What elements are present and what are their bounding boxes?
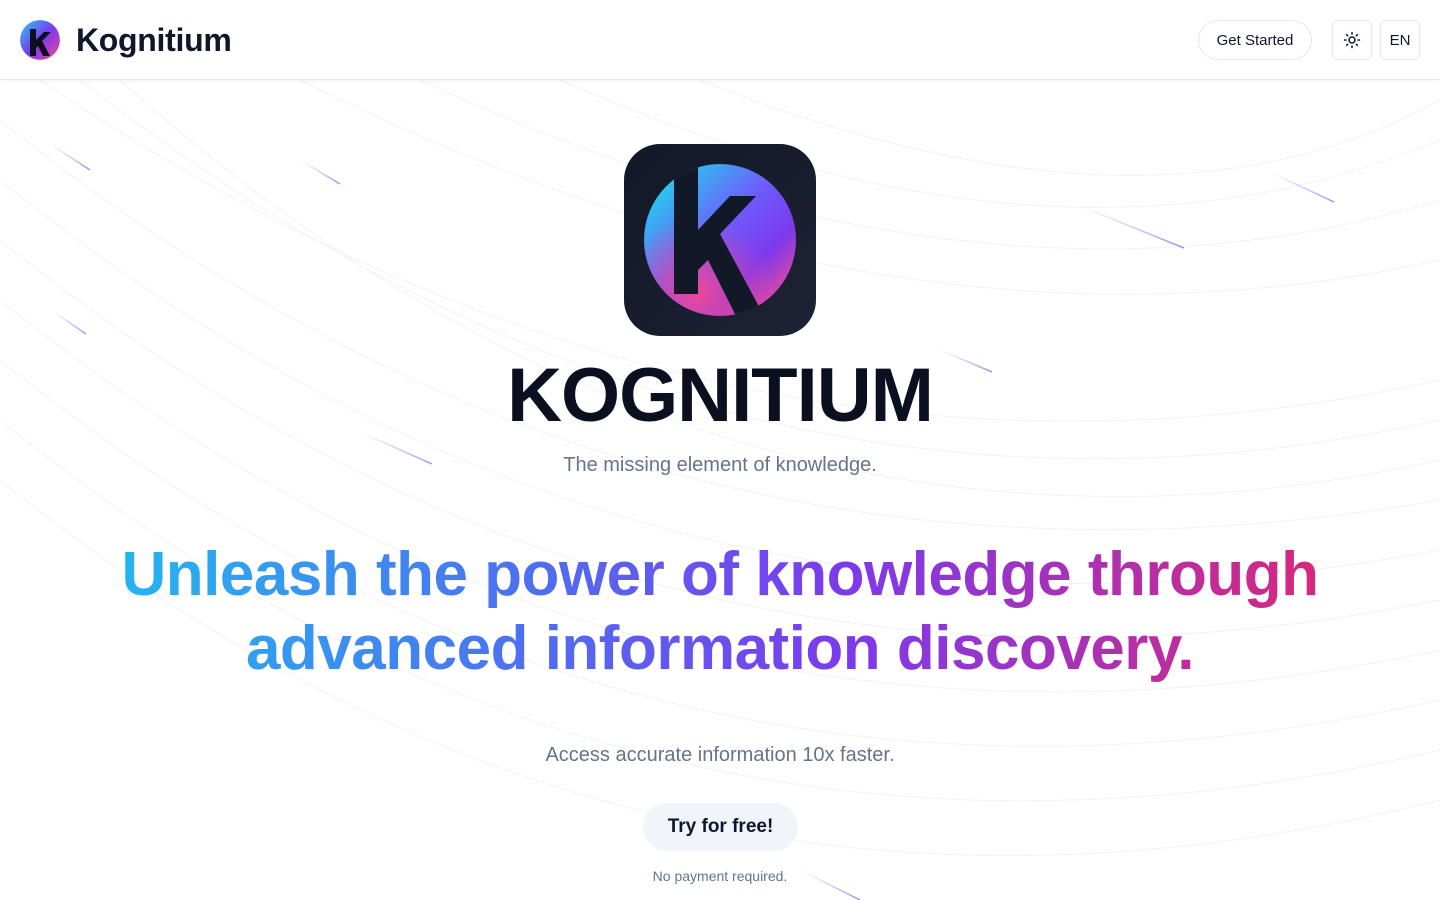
no-payment-note: No payment required. <box>652 868 788 884</box>
brand-home-link[interactable]: Kognitium <box>20 20 232 60</box>
hero-subheadline: Access accurate information 10x faster. <box>545 744 895 766</box>
hero-title: KOGNITIUM <box>507 353 934 438</box>
kognitium-logo-icon <box>20 20 60 60</box>
get-started-button[interactable]: Get Started <box>1198 20 1312 60</box>
brand-name: Kognitium <box>76 21 232 58</box>
try-for-free-button[interactable]: Try for free! <box>643 803 798 851</box>
sun-icon <box>1343 31 1361 49</box>
top-navigation-bar: Kognitium Get Started EN <box>0 0 1440 80</box>
hero-tagline: The missing element of knowledge. <box>563 454 877 476</box>
language-selector-button[interactable]: EN <box>1380 20 1420 60</box>
theme-toggle-button[interactable] <box>1332 20 1372 60</box>
kognitium-app-icon <box>624 144 816 336</box>
hero-headline: Unleash the power of knowledge through a… <box>100 538 1340 686</box>
